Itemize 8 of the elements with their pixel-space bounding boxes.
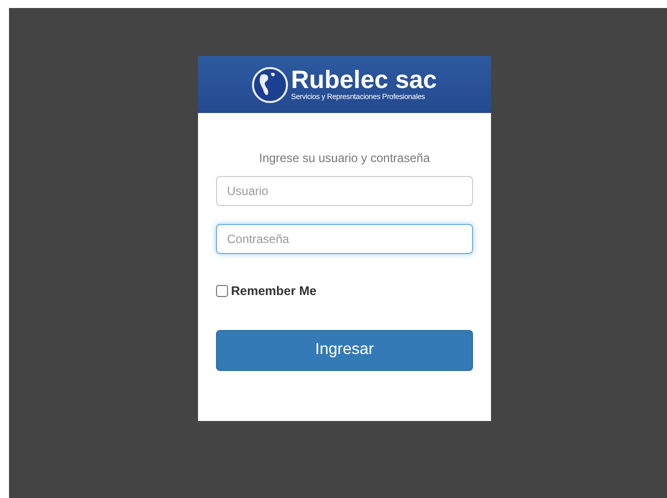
password-field[interactable]: Contraseña — [216, 224, 473, 254]
remember-checkbox[interactable] — [216, 285, 228, 298]
remember-label[interactable]: Remember Me — [231, 282, 316, 301]
globe-icon — [252, 66, 288, 102]
login-button[interactable]: Ingresar — [216, 330, 473, 371]
login-prompt: Ingrese su usuario y contraseña — [258, 150, 431, 167]
username-field[interactable]: Usuario — [216, 176, 473, 206]
logo-name: Rubelec sac — [291, 68, 437, 92]
